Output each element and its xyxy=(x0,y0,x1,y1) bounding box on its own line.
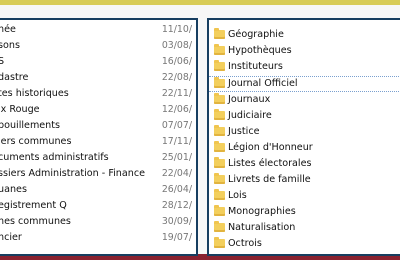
folder-label: Instituteurs xyxy=(228,61,283,72)
folder-label: Monographies xyxy=(228,206,296,217)
item-name: née xyxy=(0,24,16,35)
folder-icon xyxy=(214,157,225,168)
item-name: tes historiques xyxy=(0,88,69,99)
folder-item[interactable]: Hypothèques xyxy=(209,43,400,59)
item-name: iers communes xyxy=(0,136,72,147)
item-name: cuments administratifs xyxy=(0,152,109,163)
item-name: ncier xyxy=(0,232,22,243)
item-name: ix Rouge xyxy=(0,104,40,115)
list-item[interactable]: sons 03/08/ xyxy=(0,38,196,54)
item-name: uanes xyxy=(0,184,27,195)
folder-icon xyxy=(214,44,225,55)
folder-icon xyxy=(214,28,225,39)
page-frame: née 11/10/ sons 03/08/ S 16/06/ dastre 22/08… xyxy=(0,0,400,260)
item-name: pouillements xyxy=(0,120,61,131)
folder-label: Justice xyxy=(228,126,260,137)
list-item[interactable]: ncier 19/07/ xyxy=(0,230,196,246)
item-date: 17/11/ xyxy=(161,136,192,147)
folder-label: Journal Officiel xyxy=(228,78,298,89)
folder-label: Listes électorales xyxy=(228,158,312,169)
list-item[interactable]: S 16/06/ xyxy=(0,54,196,70)
folder-item[interactable]: Listes électorales xyxy=(209,156,400,172)
item-name: egistrement Q xyxy=(0,200,67,211)
list-item[interactable]: dastre 22/08/ xyxy=(0,70,196,86)
folder-list-panel: Géographie Hypothèques Instituteurs Jour… xyxy=(207,18,400,256)
list-item[interactable]: ix Rouge 12/06/ xyxy=(0,102,196,118)
folder-label: Octrois xyxy=(228,238,262,249)
folder-icon xyxy=(214,237,225,248)
folder-item[interactable]: Judiciaire xyxy=(209,108,400,124)
folder-label: Journaux xyxy=(228,94,271,105)
list-item[interactable]: tes historiques 22/11/ xyxy=(0,86,196,102)
item-date: 28/12/ xyxy=(161,200,192,211)
folder-icon xyxy=(214,205,225,216)
folder-icon xyxy=(214,173,225,184)
folder-item[interactable]: Lois xyxy=(209,188,400,204)
file-list-panel: née 11/10/ sons 03/08/ S 16/06/ dastre 22/08… xyxy=(0,18,198,256)
item-date: 22/08/ xyxy=(161,72,192,83)
folder-item[interactable]: Géographie xyxy=(209,27,400,43)
list-item[interactable]: cuments administratifs 25/01/ xyxy=(0,150,196,166)
folder-icon xyxy=(214,77,225,88)
item-date: 26/04/ xyxy=(161,184,192,195)
folder-icon xyxy=(214,93,225,104)
folder-label: Livrets de famille xyxy=(228,174,311,185)
folder-icon xyxy=(214,221,225,232)
list-item[interactable]: nes communes 30/09/ xyxy=(0,214,196,230)
item-name: S xyxy=(0,54,4,70)
folder-item[interactable]: Naturalisation xyxy=(209,220,400,236)
folder-label: Naturalisation xyxy=(228,222,296,233)
folder-item[interactable]: Livrets de famille xyxy=(209,172,400,188)
item-date: 22/04/ xyxy=(161,168,192,179)
list-item[interactable]: egistrement Q 28/12/ xyxy=(0,198,196,214)
folder-item[interactable]: Instituteurs xyxy=(209,59,400,75)
list-item[interactable]: uanes 26/04/ xyxy=(0,182,196,198)
item-date: 16/06/ xyxy=(161,56,192,67)
folder-item[interactable]: Octrois xyxy=(209,236,400,252)
folder-icon xyxy=(214,60,225,71)
folder-icon xyxy=(214,189,225,200)
list-item[interactable]: née 11/10/ xyxy=(0,22,196,38)
item-date: 07/07/ xyxy=(161,120,192,131)
folder-item[interactable]: Justice xyxy=(209,124,400,140)
item-name: sons xyxy=(0,40,20,51)
folder-label: Légion d'Honneur xyxy=(228,142,313,153)
folder-label: Judiciaire xyxy=(228,110,272,121)
folder-item-selected[interactable]: Journal Officiel xyxy=(209,76,400,92)
list-item[interactable]: iers communes 17/11/ xyxy=(0,134,196,150)
list-item[interactable]: ssiers Administration - Finance 22/04/ xyxy=(0,166,196,182)
item-date: 11/10/ xyxy=(161,24,192,35)
item-date: 19/07/ xyxy=(161,232,192,243)
folder-icon xyxy=(214,125,225,136)
item-name: dastre xyxy=(0,72,29,83)
item-date: 25/01/ xyxy=(161,152,192,163)
folder-label: Géographie xyxy=(228,29,284,40)
item-name: ssiers Administration - Finance xyxy=(0,168,146,179)
item-date: 22/11/ xyxy=(161,88,192,99)
item-date: 30/09/ xyxy=(161,216,192,227)
folder-label: Hypothèques xyxy=(228,45,292,56)
folder-icon xyxy=(214,109,225,120)
folder-item[interactable]: Monographies xyxy=(209,204,400,220)
folder-icon xyxy=(214,141,225,152)
item-date: 03/08/ xyxy=(161,40,192,51)
folder-item[interactable]: Légion d'Honneur xyxy=(209,140,400,156)
item-date: 12/06/ xyxy=(161,104,192,115)
folder-label: Lois xyxy=(228,190,247,201)
folder-item[interactable]: Journaux xyxy=(209,92,400,108)
item-name: nes communes xyxy=(0,216,71,227)
list-item[interactable]: pouillements 07/07/ xyxy=(0,118,196,134)
